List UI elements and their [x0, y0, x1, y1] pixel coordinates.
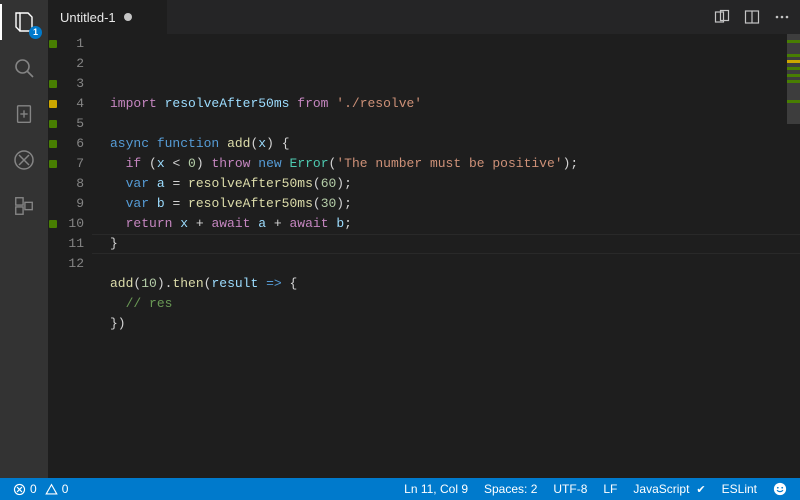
dirty-indicator-icon: [124, 13, 132, 21]
code-line[interactable]: async function add(x) {: [110, 134, 800, 154]
split-editor-icon[interactable]: [744, 9, 760, 25]
status-cursor-position[interactable]: Ln 11, Col 9: [399, 478, 473, 500]
status-indentation[interactable]: Spaces: 2: [479, 478, 542, 500]
error-count: 0: [30, 482, 37, 496]
code-line[interactable]: return x + await a + await b;: [110, 214, 800, 234]
check-icon: [693, 482, 705, 496]
gutter-decorations: [48, 34, 58, 478]
compare-changes-icon[interactable]: [714, 9, 730, 25]
code-line[interactable]: [110, 254, 800, 274]
editor-actions: [704, 0, 800, 34]
activity-bar: 1: [0, 0, 48, 478]
status-eol[interactable]: LF: [598, 478, 622, 500]
overview-mark: [787, 74, 800, 77]
more-actions-icon[interactable]: [774, 9, 790, 25]
overview-mark: [787, 67, 800, 70]
code-line[interactable]: [110, 114, 800, 134]
explorer-icon[interactable]: 1: [10, 8, 38, 36]
status-encoding[interactable]: UTF-8: [548, 478, 592, 500]
tab-bar: Untitled-1: [48, 0, 800, 34]
scroll-thumb[interactable]: [787, 34, 800, 124]
debug-icon[interactable]: [10, 146, 38, 174]
code-line[interactable]: // res: [110, 294, 800, 314]
explorer-badge: 1: [29, 26, 42, 39]
line-numbers: 123456789101112: [58, 34, 92, 478]
overview-mark: [787, 54, 800, 57]
code-line[interactable]: if (x < 0) throw new Error('The number m…: [110, 154, 800, 174]
search-icon[interactable]: [10, 54, 38, 82]
code-line[interactable]: var b = resolveAfter50ms(30);: [110, 194, 800, 214]
status-problems[interactable]: 0 0: [8, 478, 73, 500]
overview-mark: [787, 40, 800, 43]
editor-group: Untitled-1 123456789101112 import res: [48, 0, 800, 478]
code-line[interactable]: }): [110, 314, 800, 334]
code-line[interactable]: add(10).then(result => {: [110, 274, 800, 294]
status-eslint[interactable]: ESLint: [717, 478, 762, 500]
code-line[interactable]: var a = resolveAfter50ms(60);: [110, 174, 800, 194]
status-feedback-icon[interactable]: [768, 478, 792, 500]
overview-mark: [787, 80, 800, 83]
source-control-icon[interactable]: [10, 100, 38, 128]
warning-count: 0: [62, 482, 69, 496]
status-language[interactable]: JavaScript: [628, 478, 710, 500]
overview-mark: [787, 100, 800, 103]
extensions-icon[interactable]: [10, 192, 38, 220]
tab-untitled-1[interactable]: Untitled-1: [48, 0, 168, 34]
status-bar: 0 0 Ln 11, Col 9 Spaces: 2 UTF-8 LF Java…: [0, 478, 800, 500]
code-content[interactable]: import resolveAfter50ms from './resolve'…: [92, 34, 800, 478]
overview-mark: [787, 60, 800, 63]
current-line-highlight: [92, 234, 800, 254]
code-editor[interactable]: 123456789101112 import resolveAfter50ms …: [48, 34, 800, 478]
vertical-scrollbar[interactable]: [787, 34, 800, 478]
tab-title: Untitled-1: [60, 10, 116, 25]
code-line[interactable]: import resolveAfter50ms from './resolve': [110, 94, 800, 114]
